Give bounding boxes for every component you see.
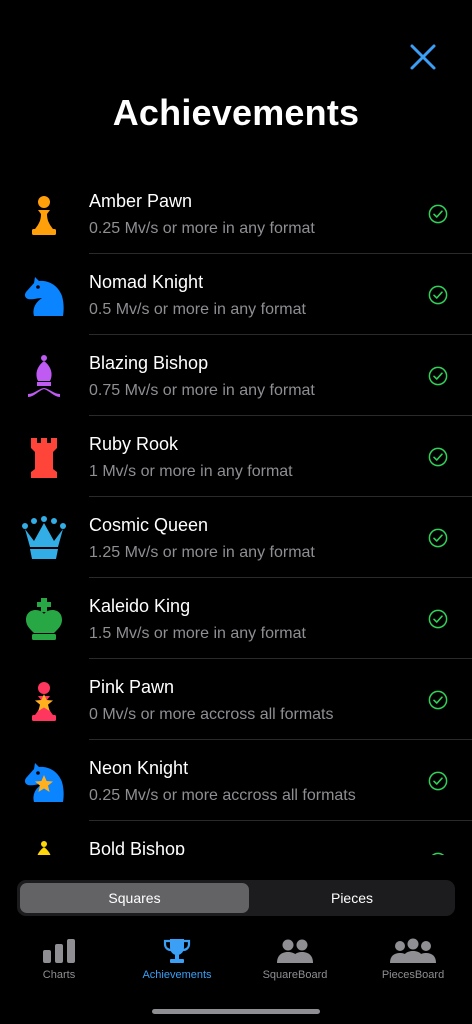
tab-achievements[interactable]: Achievements (118, 930, 236, 992)
knight-piece-icon (24, 277, 64, 316)
checkmark-circle-icon (428, 285, 448, 305)
checkmark-circle-icon (428, 366, 448, 386)
bishop-piece-icon (37, 841, 51, 855)
achievement-row[interactable]: Pink Pawn 0 Mv/s or more accross all form… (0, 659, 472, 740)
checkmark-circle-icon (428, 609, 448, 629)
achievement-name: Nomad Knight (89, 272, 204, 292)
two-people-icon (277, 939, 313, 963)
achievement-name: Ruby Rook (89, 434, 179, 454)
queen-piece-icon (22, 516, 66, 559)
bishop-piece-icon (28, 355, 60, 397)
achievement-description: 0.25 Mv/s or more accross all formats (89, 787, 356, 804)
segment-pieces[interactable]: Pieces (252, 883, 452, 913)
tab-bar: Charts Achievements SquareBoard PiecesBo… (0, 930, 472, 1000)
close-icon (410, 44, 436, 70)
rook-piece-icon (31, 438, 57, 478)
achievement-name: Neon Knight (89, 758, 189, 778)
achievement-description: 0.5 Mv/s or more in any format (89, 301, 306, 318)
home-indicator (152, 1009, 320, 1014)
checkmark-circle-icon (431, 852, 445, 855)
checkmark-circle-icon (428, 204, 448, 224)
achievement-row[interactable]: Nomad Knight 0.5 Mv/s or more in any form… (0, 254, 472, 335)
knight-piece-icon (24, 763, 64, 802)
achievement-description: 0 Mv/s or more accross all formats (89, 706, 334, 723)
achievement-name: Kaleido King (89, 596, 191, 616)
achievement-row[interactable]: Neon Knight 0.25 Mv/s or more accross all… (0, 740, 472, 821)
achievement-name: Amber Pawn (89, 191, 193, 211)
king-piece-icon (26, 598, 62, 640)
achievement-row[interactable]: Kaleido King 1.5 Mv/s or more in any form… (0, 578, 472, 659)
achievement-description: 0.25 Mv/s or more in any format (89, 220, 315, 237)
segmented-control: Squares Pieces (17, 880, 455, 916)
achievement-name: Bold Bishop (89, 839, 186, 855)
checkmark-circle-icon (428, 528, 448, 548)
checkmark-circle-icon (428, 771, 448, 791)
page-title: Achievements (112, 92, 360, 133)
pawn-piece-icon (32, 196, 56, 235)
tab-label: SquareBoard (262, 969, 328, 981)
achievement-description: 1 Mv/s or more in any format (89, 463, 293, 480)
close-button[interactable] (406, 40, 440, 74)
achievement-description: 0.75 Mv/s or more in any format (89, 382, 315, 399)
tab-label: PiecesBoard (381, 969, 445, 981)
achievement-row[interactable]: Bold Bishop (0, 821, 472, 855)
trophy-icon (163, 939, 191, 963)
achievement-name: Blazing Bishop (89, 353, 209, 373)
three-people-icon (390, 938, 436, 963)
achievement-row[interactable]: Cosmic Queen 1.25 Mv/s or more in any for… (0, 497, 472, 578)
segment-squares[interactable]: Squares (20, 883, 249, 913)
achievement-row[interactable]: Blazing Bishop 0.75 Mv/s or more in any f… (0, 335, 472, 416)
tab-squareboard[interactable]: SquareBoard (236, 930, 354, 992)
tab-label: Achievements (142, 969, 212, 981)
tab-piecesboard[interactable]: PiecesBoard (354, 930, 472, 992)
achievement-description: 1.25 Mv/s or more in any format (89, 544, 315, 561)
pawn-piece-icon (32, 682, 56, 721)
tab-charts[interactable]: Charts (0, 930, 118, 992)
achievement-description: 1.5 Mv/s or more in any format (89, 625, 306, 642)
achievements-list[interactable]: Amber Pawn 0.25 Mv/s or more in any forma… (0, 173, 472, 855)
tab-label: Charts (42, 969, 76, 981)
achievement-row[interactable]: Amber Pawn 0.25 Mv/s or more in any forma… (0, 173, 472, 254)
checkmark-circle-icon (428, 447, 448, 467)
bar-chart-icon (43, 939, 75, 963)
checkmark-circle-icon (428, 690, 448, 710)
achievement-name: Cosmic Queen (89, 515, 209, 535)
achievement-row[interactable]: Ruby Rook 1 Mv/s or more in any format (0, 416, 472, 497)
achievement-name: Pink Pawn (89, 677, 175, 697)
